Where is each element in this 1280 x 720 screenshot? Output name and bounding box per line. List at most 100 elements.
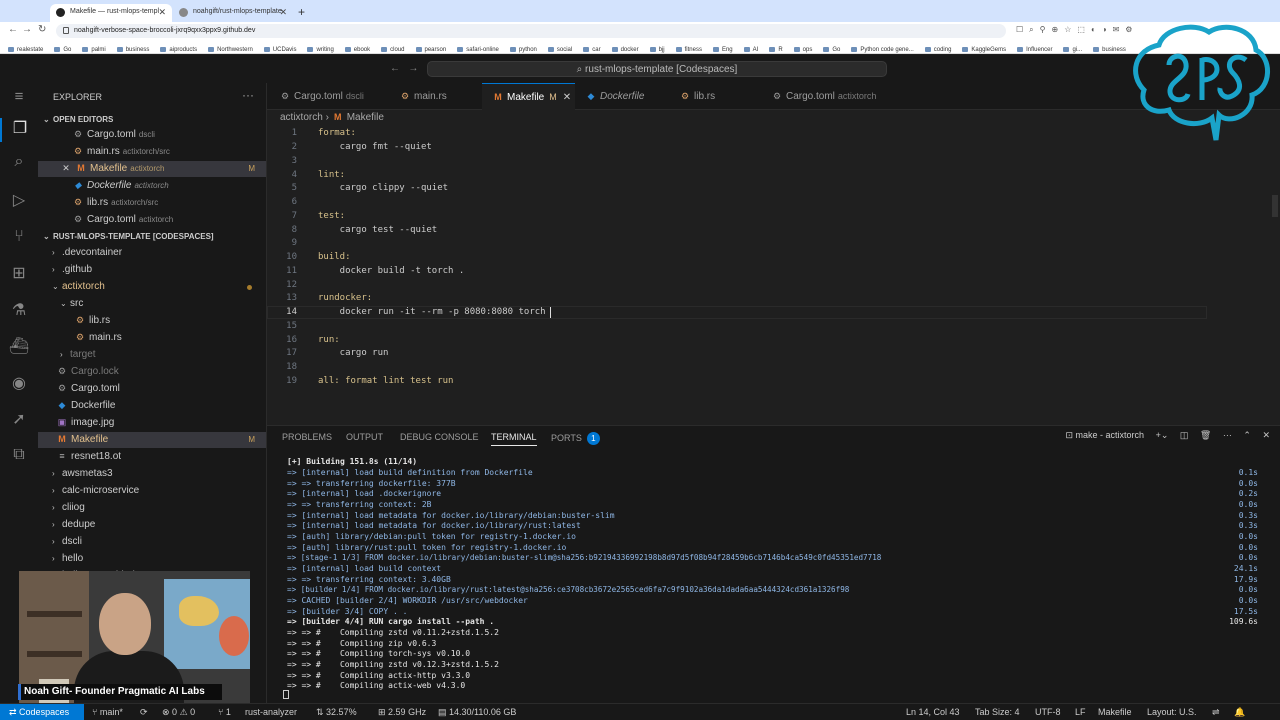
tree-file-selected[interactable]: M Makefile M: [38, 432, 266, 448]
breadcrumb-item[interactable]: Makefile: [347, 112, 384, 123]
close-icon[interactable]: ✕: [279, 7, 287, 18]
open-editor-item[interactable]: ⚙ Cargo.toml actixtorch: [38, 212, 266, 228]
docker-icon[interactable]: ⛴: [0, 336, 38, 360]
tree-folder[interactable]: › hello: [38, 551, 266, 567]
line-ending[interactable]: LF: [1075, 707, 1086, 717]
sync-icon[interactable]: ⟳: [140, 707, 148, 718]
remote-explorer-icon[interactable]: ⧉: [0, 446, 38, 470]
tab-size[interactable]: Tab Size: 4: [975, 707, 1020, 717]
open-editor-item[interactable]: ⚙ lib.rs actixtorch/src: [38, 195, 266, 211]
bookmark[interactable]: Go: [54, 44, 71, 53]
editor-tab[interactable]: ⚙ Cargo.toml actixtorch: [761, 83, 901, 110]
bookmark[interactable]: aiproducts: [160, 44, 197, 53]
ports-status[interactable]: ⑂ 1: [218, 707, 231, 717]
bookmark[interactable]: business: [1093, 44, 1126, 53]
tree-file[interactable]: ≡ resnet18.ot: [38, 449, 266, 465]
open-editor-item[interactable]: ◆ Dockerfile actixtorch: [38, 178, 266, 194]
explorer-icon[interactable]: ❐: [0, 118, 38, 142]
editor-tab-active[interactable]: M Makefile M ✕: [482, 83, 575, 110]
bookmark[interactable]: Python code gene...: [851, 44, 913, 53]
editor-scrollbar[interactable]: [1272, 195, 1278, 217]
bookmark[interactable]: bjj: [650, 44, 665, 53]
branch-status[interactable]: ⑂ main*: [92, 707, 123, 717]
bookmark[interactable]: car: [583, 44, 600, 53]
tree-folder[interactable]: ⌄ src: [38, 296, 266, 312]
editor-tab[interactable]: ⚙ Cargo.toml dscli: [279, 83, 387, 110]
tab-ports[interactable]: PORTS 1: [551, 432, 600, 445]
bookmark[interactable]: safari-online: [457, 44, 499, 53]
reload-icon[interactable]: ↻: [38, 24, 46, 35]
tree-file[interactable]: ▣ image.jpg: [38, 415, 266, 431]
editor-tab[interactable]: ⚙ lib.rs: [669, 83, 761, 110]
more-actions-icon[interactable]: ···: [242, 88, 254, 102]
tree-folder[interactable]: ⌄ actixtorch: [38, 279, 266, 295]
live-share-icon[interactable]: ⇌: [1212, 707, 1220, 718]
forward-icon[interactable]: →: [22, 24, 32, 35]
run-debug-icon[interactable]: ▷: [0, 190, 38, 214]
more-actions-icon[interactable]: ···: [1223, 430, 1232, 440]
bookmark[interactable]: ebook: [345, 44, 370, 53]
breadcrumb-item[interactable]: actixtorch: [280, 112, 323, 123]
source-control-icon[interactable]: ⑂: [0, 228, 38, 252]
maximize-icon[interactable]: ⌃: [1243, 430, 1251, 440]
open-editor-item[interactable]: ⚙ main.rs actixtorch/src: [38, 144, 266, 160]
command-center[interactable]: ⌕ rust-mlops-template [Codespaces]: [427, 61, 887, 77]
cursor-position[interactable]: Ln 14, Col 43: [906, 707, 960, 717]
tab-terminal[interactable]: TERMINAL: [491, 432, 537, 446]
close-icon[interactable]: ✕: [60, 163, 72, 174]
bookmark[interactable]: cloud: [381, 44, 404, 53]
tab-output[interactable]: OUTPUT: [346, 432, 383, 442]
close-icon[interactable]: ✕: [158, 7, 166, 18]
tree-folder[interactable]: › target: [38, 347, 266, 363]
extension-icons[interactable]: ☐⌕⚲⊕☆⬚◐◑✉⚙: [1016, 25, 1138, 35]
tab-debug-console[interactable]: DEBUG CONSOLE: [400, 432, 479, 442]
tree-file[interactable]: ◆ Dockerfile: [38, 398, 266, 414]
analyzer-status[interactable]: rust-analyzer: [245, 707, 297, 717]
notifications-icon[interactable]: 🔔: [1234, 707, 1245, 718]
bookmark[interactable]: gi...: [1063, 44, 1082, 53]
testing-icon[interactable]: ⚗: [0, 300, 38, 324]
tree-folder[interactable]: › .devcontainer: [38, 245, 266, 261]
tab-problems[interactable]: PROBLEMS: [282, 432, 332, 442]
menu-icon[interactable]: ≡: [0, 88, 38, 112]
nav-arrows-icon[interactable]: ← →: [390, 63, 418, 74]
live-share-icon[interactable]: ➚: [0, 409, 38, 433]
bookmark[interactable]: R: [769, 44, 782, 53]
search-icon[interactable]: ⌕: [0, 153, 38, 177]
new-terminal-icon[interactable]: +⌄: [1156, 430, 1169, 440]
bookmark[interactable]: Northwestern: [208, 44, 253, 53]
tree-file[interactable]: ⚙ Cargo.lock: [38, 364, 266, 380]
bookmark[interactable]: pearson: [416, 44, 447, 53]
terminal-name[interactable]: make - actixtorch: [1076, 430, 1145, 440]
bookmark[interactable]: Go: [823, 44, 840, 53]
bookmark[interactable]: writing: [307, 44, 333, 53]
close-icon[interactable]: ✕: [563, 92, 571, 103]
problems-status[interactable]: ⊗ 0 ⚠ 0: [162, 707, 195, 718]
trash-icon[interactable]: 🗑: [1200, 430, 1211, 440]
bookmark[interactable]: business: [117, 44, 150, 53]
address-bar[interactable]: noahgift-verbose-space-broccoli-jxrq9qxx…: [56, 24, 1006, 38]
editor-tab[interactable]: ◆ Dockerfile: [575, 83, 669, 110]
tree-file[interactable]: ⚙ Cargo.toml: [38, 381, 266, 397]
bookmark[interactable]: Influencer: [1017, 44, 1052, 53]
bookmark[interactable]: coding: [925, 44, 952, 53]
language-mode[interactable]: Makefile: [1098, 707, 1132, 717]
bookmark[interactable]: docker: [612, 44, 639, 53]
tree-folder[interactable]: › .github: [38, 262, 266, 278]
tree-folder[interactable]: › dedupe: [38, 517, 266, 533]
bookmark[interactable]: ops: [794, 44, 813, 53]
tree-folder[interactable]: › awsmetas3: [38, 466, 266, 482]
bookmark[interactable]: social: [548, 44, 572, 53]
tree-folder[interactable]: › cliiog: [38, 500, 266, 516]
back-icon[interactable]: ←: [8, 24, 18, 35]
remote-indicator[interactable]: ⇄ Codespaces: [0, 704, 84, 720]
bookmark[interactable]: AI: [744, 44, 759, 53]
open-editors-section[interactable]: ⌄ OPEN EDITORS: [38, 112, 266, 128]
extensions-icon[interactable]: ⊞: [0, 263, 38, 287]
bookmark[interactable]: KaggleGems: [962, 44, 1006, 53]
bookmark[interactable]: Eng: [713, 44, 733, 53]
tree-file[interactable]: ⚙ lib.rs: [38, 313, 266, 329]
bookmark[interactable]: UCDavis: [264, 44, 297, 53]
browser-tab[interactable]: noahgift/rust-mlops-template ✕: [173, 4, 293, 22]
github-icon[interactable]: ◉: [0, 373, 38, 397]
